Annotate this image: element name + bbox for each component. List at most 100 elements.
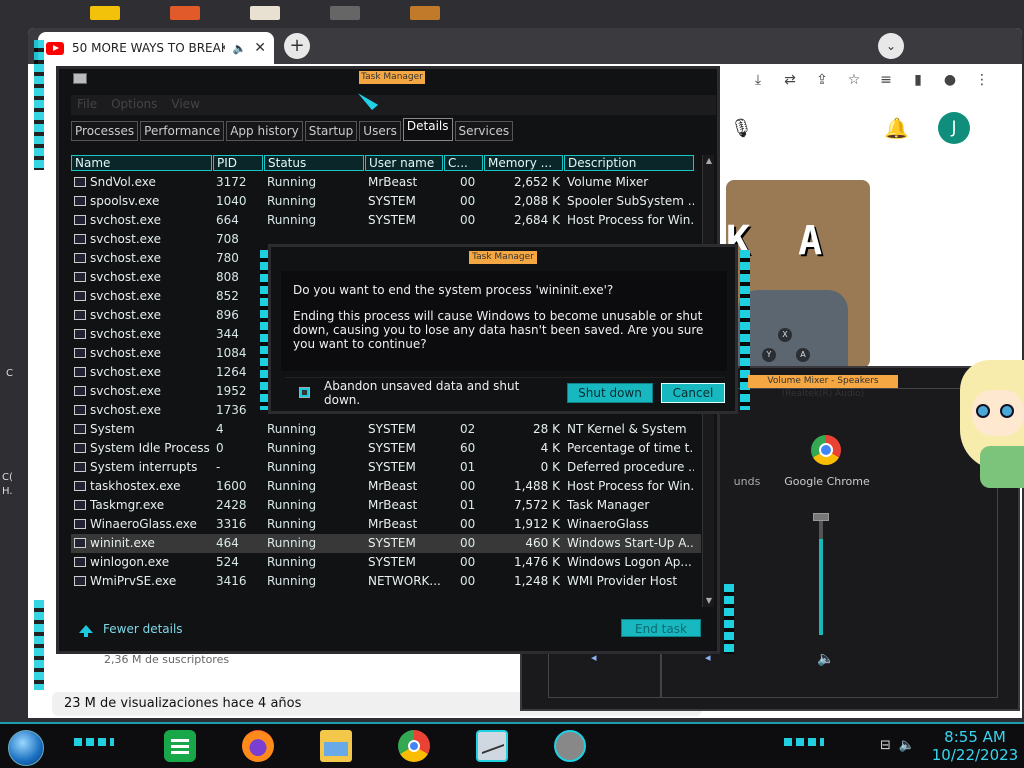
chrome-speaker-icon[interactable]: 🔈 xyxy=(817,651,834,667)
tab-users[interactable]: Users xyxy=(359,121,401,141)
fewer-details-button[interactable]: Fewer details xyxy=(79,622,183,637)
profile-icon[interactable]: ● xyxy=(940,70,960,90)
task-manager-taskbar-icon[interactable] xyxy=(476,730,508,762)
chrome-taskbar-icon[interactable] xyxy=(398,730,430,762)
media-icon[interactable]: ≡ xyxy=(876,70,896,90)
table-row[interactable]: svchost.exe 664 Running SYSTEM 00 2,684 K Host… xyxy=(71,211,701,230)
translate-icon[interactable]: ⇄ xyxy=(780,70,800,90)
end-task-button[interactable]: End task xyxy=(621,619,701,637)
tab-startup[interactable]: Startup xyxy=(304,121,358,141)
scroll-up-icon[interactable]: ▲ xyxy=(703,155,715,167)
tab-services[interactable]: Services xyxy=(454,121,514,141)
desktop-icon[interactable] xyxy=(410,6,440,20)
table-row[interactable]: WmiPrvSE.exe 3416 Running NETWORK... 00 1,248… xyxy=(71,572,701,591)
scroll-down-icon[interactable]: ▼ xyxy=(703,595,715,607)
cell-text: 808 xyxy=(216,270,239,284)
table-row[interactable]: System 4 Running SYSTEM 02 28 K NT Kernel & Sy… xyxy=(71,420,701,439)
cell-memory: 1,476 K xyxy=(484,553,563,572)
menu-file[interactable]: File xyxy=(77,97,97,113)
file-explorer-icon[interactable] xyxy=(320,730,352,762)
network-icon[interactable]: ⊟ xyxy=(880,738,891,753)
table-row[interactable]: spoolsv.exe 1040 Running SYSTEM 00 2,088 K Spo… xyxy=(71,192,701,211)
column-pid[interactable]: PID xyxy=(213,155,263,171)
table-row[interactable]: wininit.exe 464 Running SYSTEM 00 460 K Window… xyxy=(71,534,701,553)
desktop-icon[interactable] xyxy=(90,6,120,20)
browser-tab[interactable]: 50 MORE WAYS TO BREAK A 🔈 ✕ xyxy=(38,32,274,64)
cell-text: Running xyxy=(267,194,317,208)
share-icon[interactable]: ⇪ xyxy=(812,70,832,90)
column-cpu[interactable]: C... xyxy=(444,155,483,171)
cell-pid: 464 xyxy=(213,534,263,553)
cancel-button[interactable]: Cancel xyxy=(661,382,725,403)
desktop-icon[interactable] xyxy=(330,6,360,20)
volume-icon[interactable]: 🔈 xyxy=(899,738,915,753)
close-icon[interactable]: ✕ xyxy=(254,40,266,56)
cell-pid: 3416 xyxy=(213,572,263,591)
new-tab-button[interactable]: + xyxy=(284,33,310,59)
table-row[interactable]: System interrupts - Running SYSTEM 01 0 K Defe… xyxy=(71,458,701,477)
column-status[interactable]: Status xyxy=(264,155,364,171)
mixer-title: Volume Mixer - Speakers (Realtek(R) Audi… xyxy=(748,375,898,399)
sidepanel-icon[interactable]: ▮ xyxy=(908,70,928,90)
chrome-icon xyxy=(811,435,841,465)
tab-search-button[interactable]: ⌄ xyxy=(878,33,904,59)
tab-performance[interactable]: Performance xyxy=(140,121,225,141)
avatar[interactable]: J xyxy=(938,112,970,144)
table-row[interactable]: Taskmgr.exe 2428 Running MrBeast 01 7,572 K Ta… xyxy=(71,496,701,515)
audio-icon[interactable]: 🔈 xyxy=(233,42,247,55)
table-row[interactable]: System Idle Process 0 Running SYSTEM 60 4 K Pe… xyxy=(71,439,701,458)
start-button[interactable] xyxy=(8,730,44,766)
checkbox-label[interactable]: Abandon unsaved data and shut down. xyxy=(324,379,559,407)
cell-description: WinaeroGlass xyxy=(564,515,694,534)
shut-down-button[interactable]: Shut down xyxy=(567,382,653,403)
cell-memory: 1,912 K xyxy=(484,515,563,534)
volume-mixer-taskbar-icon[interactable] xyxy=(554,730,586,762)
tab-processes[interactable]: Processes xyxy=(71,121,139,141)
cell-pid: 1952 xyxy=(213,382,263,401)
table-row[interactable]: SndVol.exe 3172 Running MrBeast 00 2,652 K Vol… xyxy=(71,173,701,192)
chrome-volume-fill xyxy=(819,539,823,635)
taskbar: ⊟ 🔈 8:55 AM 10/22/2023 xyxy=(0,722,1024,768)
column-memory[interactable]: Memory ... xyxy=(484,155,563,171)
cell-text: svchost.exe xyxy=(90,232,161,246)
cell-status: Running xyxy=(264,534,364,553)
menu-options[interactable]: Options xyxy=(111,97,157,113)
table-row[interactable]: taskhostex.exe 1600 Running MrBeast 00 1,488 … xyxy=(71,477,701,496)
tab-details[interactable]: Details xyxy=(402,118,453,141)
cell-pid: 344 xyxy=(213,325,263,344)
menu-icon[interactable]: ⋮ xyxy=(972,70,992,90)
menu-view[interactable]: View xyxy=(171,97,199,113)
cell-text: 00 xyxy=(460,555,476,569)
microphone-icon[interactable]: 🎙 xyxy=(730,118,753,139)
cell-name: WmiPrvSE.exe xyxy=(71,572,212,591)
arrow-up-icon xyxy=(79,625,93,637)
notes-app-icon[interactable] xyxy=(164,730,196,762)
cell-user: SYSTEM xyxy=(365,192,443,211)
chrome-app-label: Google Chrome xyxy=(784,475,870,488)
column-name[interactable]: Name xyxy=(71,155,212,171)
cell-pid: 1600 xyxy=(213,477,263,496)
gamepad-button: A xyxy=(796,348,810,362)
cell-text: svchost.exe xyxy=(90,270,161,284)
firefox-icon[interactable] xyxy=(242,730,274,762)
cell-text: 852 xyxy=(216,289,239,303)
column-user-name[interactable]: User name xyxy=(365,155,443,171)
tab-app-history[interactable]: App history xyxy=(226,121,303,141)
cell-status: Running xyxy=(264,458,364,477)
cell-pid: 896 xyxy=(213,306,263,325)
clock[interactable]: 8:55 AM 10/22/2023 xyxy=(930,728,1020,764)
bookmark-star-icon[interactable]: ☆ xyxy=(844,70,864,90)
chrome-volume-thumb[interactable] xyxy=(813,513,829,521)
desktop-icon[interactable] xyxy=(250,6,280,20)
cell-text: SYSTEM xyxy=(368,213,416,227)
column-description[interactable]: Description xyxy=(564,155,694,171)
abandon-data-checkbox[interactable] xyxy=(299,387,310,398)
cell-cpu: 00 xyxy=(444,572,483,591)
bell-icon[interactable]: 🔔 xyxy=(884,116,909,140)
table-row[interactable]: WinaeroGlass.exe 3316 Running MrBeast 00 1,91… xyxy=(71,515,701,534)
process-icon xyxy=(74,272,86,282)
desktop-icon[interactable] xyxy=(170,6,200,20)
table-row[interactable]: winlogon.exe 524 Running SYSTEM 00 1,476 K Win… xyxy=(71,553,701,572)
install-icon[interactable]: ⤓ xyxy=(748,70,768,90)
cell-text: 2,684 K xyxy=(513,213,560,227)
